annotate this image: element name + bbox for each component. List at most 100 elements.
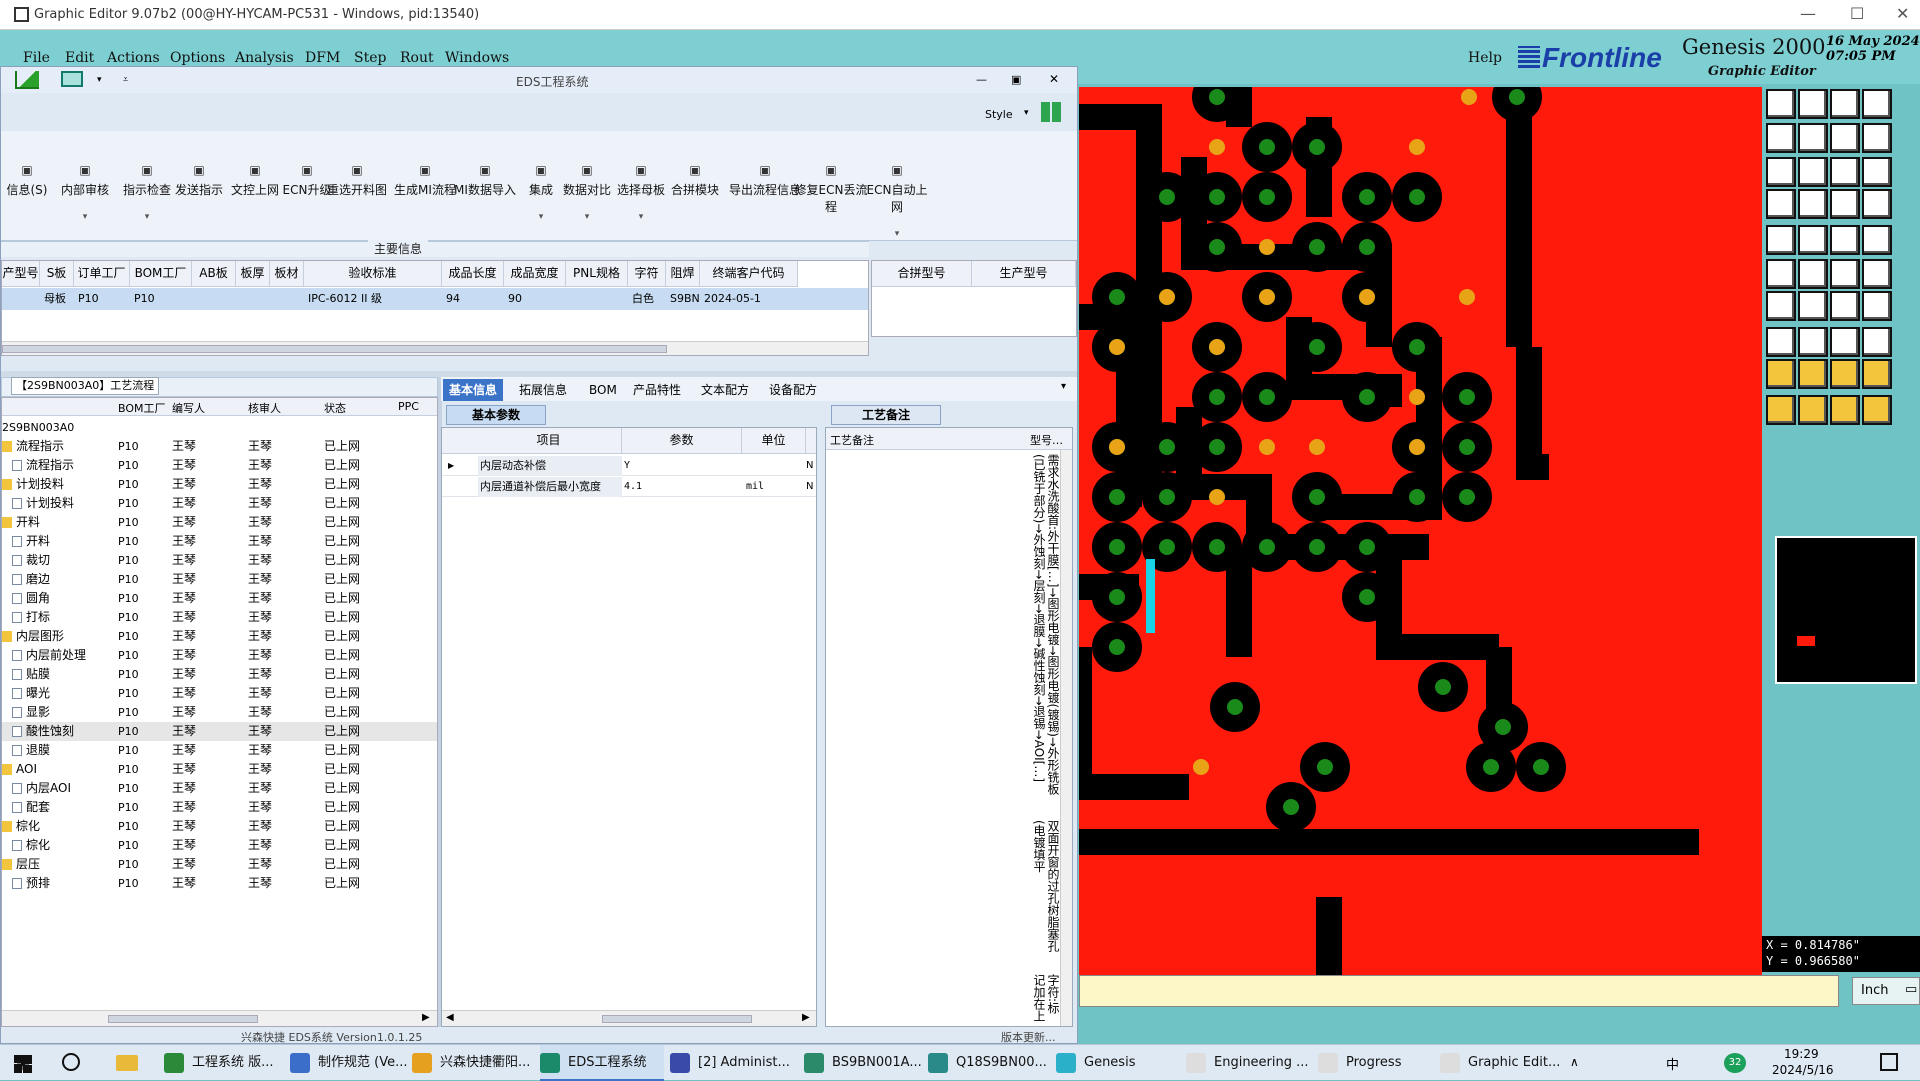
- tree-row[interactable]: 贴膜 P10 王琴 王琴 已上网: [2, 665, 437, 684]
- scroll-left-icon[interactable]: ◀: [446, 1012, 454, 1023]
- tree-horizontal-scrollbar[interactable]: ▶: [2, 1010, 437, 1026]
- basic-param-tab[interactable]: 基本参数: [446, 405, 546, 425]
- tab-3[interactable]: 产品特性: [627, 379, 687, 401]
- save-icon[interactable]: [1798, 123, 1828, 153]
- menu-file[interactable]: File: [23, 50, 50, 66]
- tree-row[interactable]: 流程指示 P10 王琴 王琴 已上网: [2, 456, 437, 475]
- tree-row[interactable]: 曝光 P10 王琴 王琴 已上网: [2, 684, 437, 703]
- minimize-button[interactable]: —: [1800, 4, 1816, 23]
- stretch-icon[interactable]: [1830, 395, 1860, 425]
- tree-row[interactable]: 酸性蚀刻 P10 王琴 王琴 已上网: [2, 722, 437, 741]
- tab-2[interactable]: BOM: [583, 379, 623, 401]
- resize-icon[interactable]: [1798, 259, 1828, 289]
- ruler-icon[interactable]: [1766, 395, 1796, 425]
- column-header[interactable]: 订单工厂: [74, 261, 130, 287]
- process-note-column[interactable]: 工艺备注: [830, 432, 874, 448]
- group-icon[interactable]: [1862, 395, 1892, 425]
- table-cell[interactable]: S9BN: [670, 289, 700, 309]
- merge-model-grid[interactable]: 合拼型号 生产型号: [871, 260, 1077, 337]
- tree-row[interactable]: 配套 P10 王琴 王琴 已上网: [2, 798, 437, 817]
- column-header[interactable]: 产型号: [2, 261, 40, 287]
- taskbar-item-7[interactable]: Genesis: [1056, 1045, 1166, 1081]
- maximize-button[interactable]: ☐: [1850, 4, 1864, 23]
- tree-row[interactable]: 计划投料 P10 王琴 王琴 已上网: [2, 475, 437, 494]
- taskbar-item-2[interactable]: 兴森快捷衢阳...: [412, 1045, 536, 1081]
- tree-row[interactable]: 圆角 P10 王琴 王琴 已上网: [2, 589, 437, 608]
- table-row[interactable]: 母板 P10 P10 IPC-6012 II 级 94 90 白色 S9BN 2024-05-1: [2, 288, 868, 310]
- fit-icon[interactable]: [1766, 157, 1796, 187]
- tree-column-header[interactable]: 编写人: [172, 400, 205, 416]
- eds-maximize-button[interactable]: ▣: [1011, 73, 1021, 86]
- tree-row[interactable]: 流程指示 P10 王琴 王琴 已上网: [2, 437, 437, 456]
- tree-column-header[interactable]: BOM工厂: [118, 400, 166, 416]
- tray-expand-icon[interactable]: ∧: [1570, 1055, 1579, 1069]
- merge-icon[interactable]: [1862, 327, 1892, 357]
- table-cell[interactable]: [570, 289, 628, 309]
- overview-window[interactable]: [1775, 536, 1917, 684]
- measure-icon[interactable]: [1766, 259, 1796, 289]
- surface-icon[interactable]: [1830, 291, 1860, 321]
- column-header[interactable]: 板厚: [236, 261, 270, 287]
- menu-actions[interactable]: Actions: [107, 50, 160, 66]
- taskbar-item-4[interactable]: [2] Administ...: [670, 1045, 794, 1081]
- eds-minimize-button[interactable]: —: [976, 73, 987, 86]
- scroll-right-icon[interactable]: ▶: [802, 1012, 810, 1023]
- taskbar-item-0[interactable]: 工程系统 版...: [164, 1045, 288, 1081]
- param-value[interactable]: 4.1: [624, 477, 740, 497]
- ribbon-button-8[interactable]: ▣ MI数据导入: [453, 163, 517, 198]
- open-icon[interactable]: [1766, 123, 1796, 153]
- table-cell[interactable]: 白色: [632, 289, 666, 309]
- taskbar-item-10[interactable]: Graphic Edit...: [1440, 1045, 1564, 1081]
- ribbon-button-6[interactable]: ▣ 重选开料图: [325, 163, 389, 198]
- pad-icon[interactable]: [1862, 225, 1892, 255]
- delete-icon[interactable]: [1862, 189, 1892, 219]
- tree-column-header[interactable]: PPC: [398, 400, 419, 413]
- scroll-thumb[interactable]: [108, 1015, 258, 1023]
- tree-column-header[interactable]: 核审人: [248, 400, 281, 416]
- tree-row[interactable]: AOI P10 王琴 王琴 已上网: [2, 760, 437, 779]
- scroll-thumb[interactable]: [602, 1015, 752, 1023]
- horizontal-scrollbar[interactable]: [2, 341, 868, 355]
- column-header[interactable]: 生产型号: [972, 261, 1076, 287]
- table-cell[interactable]: 2024-05-1: [704, 289, 798, 309]
- ribbon-button-0[interactable]: ▣ 信息(S): [1, 163, 59, 198]
- rout-icon[interactable]: [1766, 291, 1796, 321]
- taskbar-item-1[interactable]: 制作规范 (Ve...: [290, 1045, 414, 1081]
- tree-row[interactable]: 预排 P10 王琴 王琴 已上网: [2, 874, 437, 893]
- basic-horizontal-scrollbar[interactable]: ◀ ▶: [442, 1010, 816, 1026]
- chevron-down-icon[interactable]: ▾: [1024, 108, 1029, 118]
- tab-5[interactable]: 设备配方: [763, 379, 823, 401]
- main-info-grid[interactable]: 产型号 S板 订单工厂 BOM工厂 AB板 板厚 板材 验收标准 成品长度 成品宽度 PNL规格 字符…: [1, 260, 869, 356]
- menu-edit[interactable]: Edit: [65, 50, 94, 66]
- units-select[interactable]: Inch ▭: [1852, 977, 1920, 1005]
- column-header[interactable]: S板: [40, 261, 74, 287]
- tabs-dropdown-icon[interactable]: ▾: [1061, 381, 1066, 392]
- tree-row[interactable]: 内层前处理 P10 王琴 王琴 已上网: [2, 646, 437, 665]
- model-column[interactable]: 型号…: [1030, 432, 1063, 448]
- customize-icon[interactable]: ⩡: [123, 75, 128, 85]
- process-note-tab[interactable]: 工艺备注: [831, 405, 941, 425]
- table-cell[interactable]: IPC-6012 II 级: [308, 289, 442, 309]
- column-header[interactable]: 成品宽度: [504, 261, 566, 287]
- column-header[interactable]: 终端客户代码: [700, 261, 798, 287]
- filter-icon[interactable]: [1798, 359, 1828, 389]
- chevron-down-icon[interactable]: ▾: [865, 229, 929, 239]
- menu-windows[interactable]: Windows: [445, 50, 509, 66]
- scale-icon[interactable]: [1830, 157, 1860, 187]
- column-header[interactable]: 参数: [622, 428, 742, 454]
- scroll-thumb[interactable]: [2, 345, 667, 353]
- shape-icon[interactable]: [1798, 327, 1828, 357]
- next-icon[interactable]: [1830, 89, 1860, 119]
- tab-1[interactable]: 拓展信息: [513, 379, 573, 401]
- graphic-canvas[interactable]: [1079, 87, 1762, 975]
- tree-row[interactable]: 层压 P10 王琴 王琴 已上网: [2, 855, 437, 874]
- table-cell[interactable]: P10: [78, 289, 130, 309]
- prev-icon[interactable]: [1798, 89, 1828, 119]
- drill-icon[interactable]: [1798, 291, 1828, 321]
- ribbon-button-1[interactable]: ▣ 内部审核 ▾: [53, 163, 117, 222]
- text-icon[interactable]: [1862, 291, 1892, 321]
- column-header[interactable]: 单位: [742, 428, 806, 454]
- table-cell[interactable]: 母板: [44, 289, 74, 309]
- taskbar-item-3[interactable]: EDS工程系统: [540, 1045, 664, 1081]
- notification-center-icon[interactable]: [1880, 1053, 1898, 1071]
